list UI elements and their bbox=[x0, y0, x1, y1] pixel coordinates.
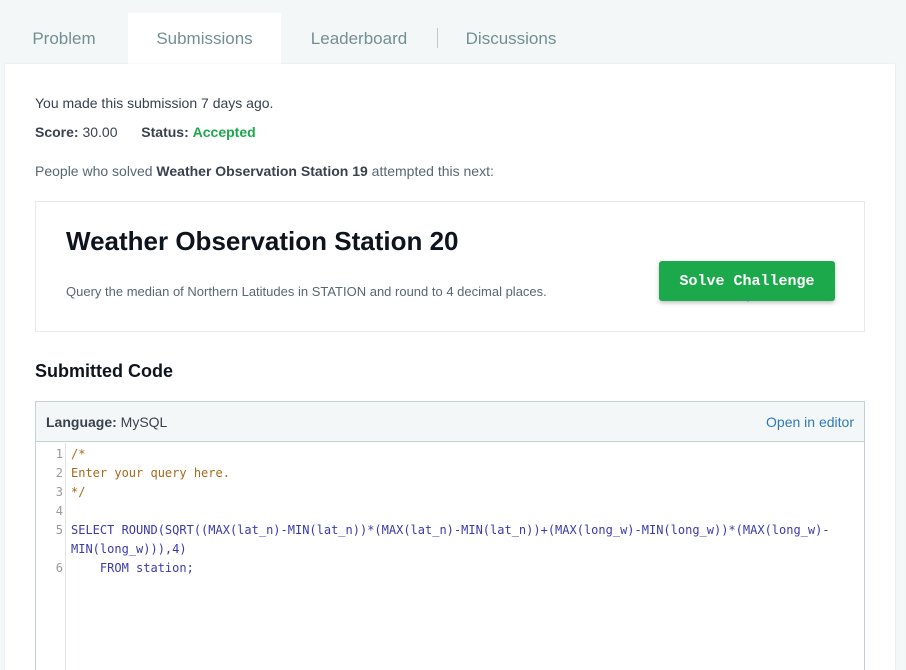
submission-time-text: You made this submission 7 days ago. bbox=[35, 95, 274, 111]
tab-bar: Problem Submissions Leaderboard Discussi… bbox=[0, 0, 906, 64]
solved-challenge-title: Weather Observation Station 19 bbox=[156, 163, 368, 179]
line-number: 1 bbox=[55, 447, 63, 461]
code-line: Enter your query here. bbox=[71, 466, 230, 480]
mouse-cursor-icon: ⸌ bbox=[744, 297, 750, 309]
line-number: 3 bbox=[55, 485, 63, 499]
code-line: */ bbox=[71, 485, 86, 499]
tab-leaderboard[interactable]: Leaderboard bbox=[281, 13, 437, 64]
line-number: 4 bbox=[55, 504, 63, 518]
status-value: Accepted bbox=[192, 124, 256, 140]
submitted-code-title: Submitted Code bbox=[35, 361, 173, 381]
submission-panel: You made this submission 7 days ago. Sco… bbox=[5, 64, 895, 670]
code-line: SELECT ROUND(SQRT((MAX(lat_n)-MIN(lat_n)… bbox=[71, 523, 830, 537]
intro-suffix: attempted this next: bbox=[367, 163, 494, 179]
line-number: 2 bbox=[55, 466, 63, 480]
line-number-gutter: 1 2 3 4 5 6 bbox=[36, 443, 66, 670]
status-label: Status: bbox=[141, 124, 189, 140]
code-header: Language: MySQL Open in editor bbox=[36, 402, 864, 442]
code-viewer: Language: MySQL Open in editor 1 2 3 4 5… bbox=[35, 401, 865, 670]
score-value: 30.00 bbox=[82, 124, 118, 140]
code-line: MIN(long_w))),4) bbox=[71, 542, 187, 556]
language-value: MySQL bbox=[120, 414, 168, 430]
score-label: Score: bbox=[35, 124, 79, 140]
next-challenge-title[interactable]: Weather Observation Station 20 bbox=[66, 226, 459, 257]
line-number: 5 bbox=[55, 523, 63, 537]
tab-discussions[interactable]: Discussions bbox=[438, 13, 584, 64]
intro-prefix: People who solved bbox=[35, 163, 157, 179]
line-number: 6 bbox=[55, 561, 63, 575]
code-line: FROM station; bbox=[71, 561, 194, 575]
next-challenge-card: Weather Observation Station 20 Query the… bbox=[35, 201, 865, 332]
language-info: Language: MySQL bbox=[46, 414, 167, 430]
tab-problem[interactable]: Problem bbox=[0, 13, 128, 64]
language-label: Language: bbox=[46, 414, 117, 430]
score-row: Score: 30.00 Status: Accepted bbox=[35, 124, 256, 140]
tab-submissions[interactable]: Submissions bbox=[128, 13, 281, 64]
open-in-editor-link[interactable]: Open in editor bbox=[766, 414, 854, 430]
next-challenge-intro: People who solved Weather Observation St… bbox=[35, 163, 494, 179]
next-challenge-description: Query the median of Northern Latitudes i… bbox=[66, 284, 547, 299]
code-line: /* bbox=[71, 447, 86, 461]
